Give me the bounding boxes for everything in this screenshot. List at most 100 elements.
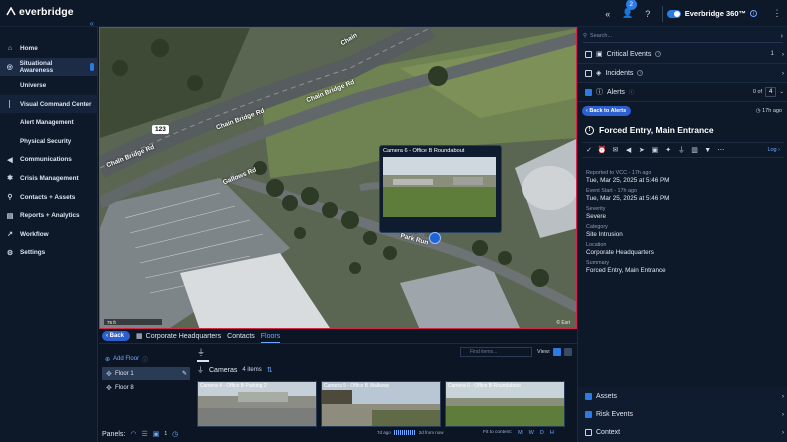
- sidebar-subitem-visual-command-center[interactable]: Visual Command Center: [0, 94, 98, 114]
- app-root: everbridge « 👤 2 ? Everbridge 360™ i ⋮ «…: [0, 0, 787, 442]
- find-items-input[interactable]: Find items...: [460, 347, 532, 357]
- timeline-bar[interactable]: [393, 430, 416, 435]
- detail-value: Forced Entry, Main Entrance: [586, 267, 666, 274]
- sidebar-item-settings[interactable]: ⚙ Settings: [0, 244, 98, 263]
- top-right-controls: « 👤 2 ? Everbridge 360™ i ⋮: [598, 0, 787, 27]
- filter-icon[interactable]: ▼: [704, 146, 712, 154]
- checkbox[interactable]: [585, 69, 592, 77]
- sidebar: « ⌂ Home ◎ Situational Awareness Univers…: [0, 19, 98, 442]
- kebab-menu-icon[interactable]: ⋮: [767, 0, 787, 27]
- breadcrumb-floors[interactable]: Floors: [260, 333, 281, 343]
- timeline[interactable]: 7d ago 2d from now: [377, 430, 444, 435]
- bottom-panel: ‹ Back ▦ Corporate Headquarters Contacts …: [99, 329, 577, 442]
- section-critical-events[interactable]: ▣ Critical Events ? 1 ›: [578, 45, 787, 64]
- sidebar-item-communications[interactable]: ◀ Communications: [0, 151, 98, 170]
- chevron-right-icon[interactable]: ›: [782, 411, 784, 418]
- satellite-map[interactable]: Chain Bridge Rd Chain Bridge Rd Chain Br…: [99, 27, 577, 329]
- chevron-right-icon[interactable]: ›: [782, 51, 784, 58]
- section-assets[interactable]: Assets ›: [578, 387, 787, 406]
- sidebar-subitem-alert-management[interactable]: Alert Management: [0, 113, 98, 132]
- floor-row[interactable]: ✥ Floor 8: [102, 381, 190, 394]
- acknowledge-icon[interactable]: ✓: [585, 146, 593, 154]
- list-icon[interactable]: ☰: [141, 430, 147, 438]
- grid-view-icon[interactable]: [553, 348, 562, 356]
- view-label: View:: [537, 349, 551, 355]
- camera-popup[interactable]: Camera 6 - Office B Roundabout: [379, 145, 502, 233]
- detail-label: Location: [586, 242, 607, 248]
- chevron-right-icon[interactable]: ›: [782, 393, 784, 400]
- back-button[interactable]: ‹ Back: [102, 331, 131, 341]
- camera-icon[interactable]: ⏚: [677, 146, 685, 154]
- clock-icon[interactable]: ◷: [172, 430, 178, 438]
- alerts-label: Alerts: [607, 88, 625, 96]
- fit-day-button[interactable]: D: [540, 430, 544, 436]
- sidebar-item-home[interactable]: ⌂ Home: [0, 39, 98, 58]
- breadcrumb-contacts[interactable]: Contacts: [227, 333, 255, 340]
- fit-month-button[interactable]: M: [518, 430, 523, 436]
- checkbox-checked[interactable]: [585, 411, 592, 418]
- alerts-header[interactable]: ⓘ Alerts ⓘ 0 of 4 ⌄: [578, 83, 787, 102]
- section-incidents[interactable]: ◈ Incidents ? ›: [578, 64, 787, 83]
- e360-toggle[interactable]: [666, 9, 681, 18]
- chat-icon[interactable]: ▣: [651, 146, 659, 154]
- sort-icon[interactable]: ⇅: [267, 366, 273, 374]
- floor-row[interactable]: ✥ Floor 1 ✎: [102, 367, 190, 380]
- add-floor-label: Add Floor: [113, 356, 140, 362]
- fit-hour-button[interactable]: H: [550, 430, 554, 436]
- section-risk-events[interactable]: Risk Events ›: [578, 405, 787, 424]
- fit-week-button[interactable]: W: [529, 430, 534, 436]
- checkbox-checked[interactable]: [585, 393, 592, 400]
- search-input[interactable]: ⚲ Search... ›: [583, 30, 783, 43]
- camera-card[interactable]: Camera 6 - Office B Roundabout: [445, 381, 565, 427]
- notifications-button[interactable]: 👤 2: [618, 0, 638, 27]
- checkbox[interactable]: [585, 429, 592, 436]
- sidebar-subitem-universe[interactable]: Universe: [0, 76, 98, 95]
- detail-value: Severe: [586, 213, 606, 220]
- camera-map-marker[interactable]: [429, 232, 441, 244]
- message-icon[interactable]: ✉: [611, 146, 619, 154]
- chevron-right-icon[interactable]: ›: [782, 70, 784, 77]
- door-icon[interactable]: ▥: [691, 146, 699, 154]
- everbridge-logo[interactable]: everbridge: [6, 6, 74, 18]
- tag-icon[interactable]: ✦: [664, 146, 672, 154]
- collapse-sidebar-icon[interactable]: «: [90, 19, 94, 28]
- sidebar-subitem-physical-security[interactable]: Physical Security: [0, 132, 98, 151]
- chevron-down-icon[interactable]: ⌄: [779, 89, 784, 95]
- alert-title-text: Forced Entry, Main Entrance: [599, 125, 714, 135]
- info-icon[interactable]: i: [750, 10, 757, 17]
- more-icon[interactable]: ⋯: [717, 146, 725, 154]
- log-link[interactable]: Log ›: [767, 147, 780, 153]
- alarm-icon[interactable]: ⏰: [598, 146, 607, 154]
- list-view-icon[interactable]: [564, 348, 573, 356]
- section-context[interactable]: Context ›: [578, 423, 787, 442]
- map-scale: 75 ft: [104, 319, 162, 325]
- notify-icon[interactable]: ◀: [625, 146, 633, 154]
- add-floor-button[interactable]: ⊕ Add Floor ⓘ: [99, 345, 193, 367]
- camera-popup-feed[interactable]: [383, 157, 496, 217]
- map-attribution: © Esri: [556, 320, 570, 326]
- camera-tab-icon[interactable]: ⏚: [197, 347, 209, 362]
- sidebar-item-crisis-management[interactable]: ✱ Crisis Management: [0, 169, 98, 188]
- sidebar-item-workflow[interactable]: ↗ Workflow: [0, 225, 98, 244]
- sidebar-item-reports-analytics[interactable]: ▤ Reports + Analytics: [0, 206, 98, 225]
- rss-icon[interactable]: ◠: [130, 430, 136, 438]
- sidebar-item-contacts-assets[interactable]: ⚲ Contacts + Assets: [0, 188, 98, 207]
- checkbox[interactable]: [585, 50, 592, 58]
- chat-icon[interactable]: ▣: [153, 430, 160, 438]
- forward-icon[interactable]: ➤: [638, 146, 646, 154]
- edit-pencil-icon[interactable]: ✎: [182, 370, 187, 377]
- sidebar-item-situational-awareness[interactable]: ◎ Situational Awareness: [0, 57, 98, 77]
- section-label: Context: [596, 429, 621, 436]
- camera-card[interactable]: Camera 5 - Office B Walkway: [321, 381, 441, 427]
- chevron-right-icon[interactable]: ›: [781, 33, 783, 40]
- breadcrumb-corporate-hq[interactable]: ▦ Corporate Headquarters: [136, 332, 221, 341]
- help-icon[interactable]: ?: [638, 0, 658, 27]
- contacts-icon: ⚲: [7, 194, 13, 202]
- collapse-double-chevron-icon[interactable]: «: [598, 0, 618, 27]
- camera-icon: ⏚: [197, 367, 204, 374]
- pager-total[interactable]: 4: [765, 87, 777, 97]
- camera-card[interactable]: Camera 4 - Office B Parking 2: [197, 381, 317, 427]
- chevron-right-icon[interactable]: ›: [782, 429, 784, 436]
- back-to-alerts-button[interactable]: ‹ Back to Alerts: [582, 106, 632, 116]
- checkbox-checked[interactable]: [585, 88, 592, 96]
